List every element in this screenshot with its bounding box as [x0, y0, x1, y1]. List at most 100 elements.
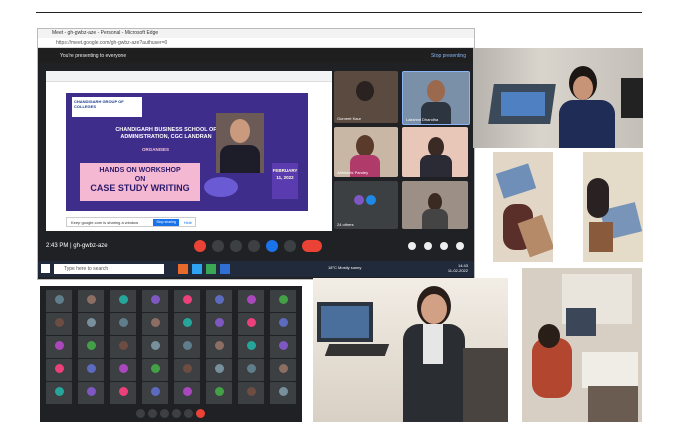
avatar: [119, 364, 128, 373]
gallery-tile[interactable]: [110, 336, 136, 358]
gallery-tile[interactable]: [174, 313, 200, 335]
avatar: [87, 387, 96, 396]
gallery-tile[interactable]: [110, 313, 136, 335]
participant-tile[interactable]: Gurneet Kaur: [334, 71, 398, 123]
participant-tile-others[interactable]: 24 others: [334, 181, 398, 229]
gallery-tile[interactable]: [46, 336, 72, 358]
avatar: [215, 341, 224, 350]
app-icon[interactable]: [178, 264, 188, 274]
gallery-tile[interactable]: [238, 313, 264, 335]
shared-window: CHANDIGARH GROUP OF COLLEGES CHANDIGARH …: [46, 71, 332, 231]
gallery-tile[interactable]: [46, 290, 72, 312]
gallery-tile[interactable]: [270, 290, 296, 312]
slides-toolbar: [46, 71, 332, 82]
control-icon[interactable]: [172, 409, 181, 418]
camera-icon[interactable]: [212, 240, 224, 252]
avatar: [247, 341, 256, 350]
gallery-tile[interactable]: [206, 336, 232, 358]
gallery-tile[interactable]: [206, 359, 232, 381]
control-icon[interactable]: [148, 409, 157, 418]
speaker-photo: [216, 113, 264, 173]
speaker-name-bubble: [204, 177, 238, 197]
gallery-tile[interactable]: [270, 313, 296, 335]
app-icon[interactable]: [192, 264, 202, 274]
activities-icon[interactable]: [456, 242, 464, 250]
gallery-tile[interactable]: [110, 290, 136, 312]
participant-tile[interactable]: Abhishek Pandey: [334, 127, 398, 177]
more-options-icon[interactable]: [284, 240, 296, 252]
mic-icon[interactable]: [194, 240, 206, 252]
gallery-tile[interactable]: [174, 336, 200, 358]
gallery-tile[interactable]: [238, 359, 264, 381]
hangup-icon[interactable]: [302, 240, 322, 252]
gallery-tile[interactable]: [46, 313, 72, 335]
avatar: [215, 295, 224, 304]
avatar: [279, 364, 288, 373]
gallery-tile[interactable]: [206, 382, 232, 404]
gallery-tile[interactable]: [78, 359, 104, 381]
photo-woman-smiling-at-laptop: [313, 278, 508, 422]
hide-button[interactable]: Hide: [184, 218, 192, 228]
participant-tile[interactable]: Lakshmi Dhandha: [402, 71, 470, 125]
gallery-tile[interactable]: [142, 359, 168, 381]
gallery-tile[interactable]: [46, 382, 72, 404]
participant-tile[interactable]: [402, 127, 468, 177]
weather-widget[interactable]: 18°C Mostly sunny: [328, 265, 361, 270]
stop-presenting-link[interactable]: Stop presenting: [431, 49, 466, 63]
gallery-tile[interactable]: [142, 313, 168, 335]
gallery-tile[interactable]: [270, 382, 296, 404]
avatar: [151, 295, 160, 304]
gallery-tile[interactable]: [206, 290, 232, 312]
gallery-tile[interactable]: [238, 290, 264, 312]
present-icon[interactable]: [266, 240, 278, 252]
avatar: [183, 364, 192, 373]
avatar: [55, 318, 64, 327]
control-icon[interactable]: [160, 409, 169, 418]
control-icon[interactable]: [184, 409, 193, 418]
gallery-tile[interactable]: [46, 359, 72, 381]
info-icon[interactable]: [408, 242, 416, 250]
avatar: [119, 318, 128, 327]
control-icon[interactable]: [136, 409, 145, 418]
banner-line-1: HANDS ON WORKSHOP: [99, 167, 181, 174]
gallery-tile[interactable]: [142, 290, 168, 312]
gallery-tile[interactable]: [206, 313, 232, 335]
hangup-icon[interactable]: [196, 409, 205, 418]
stop-sharing-button[interactable]: Stop sharing: [153, 219, 179, 226]
people-icon[interactable]: [424, 242, 432, 250]
gallery-tile[interactable]: [142, 336, 168, 358]
gallery-tile[interactable]: [142, 382, 168, 404]
sharing-notice: Keep google.com is sharing a window Stop…: [66, 217, 196, 227]
url-text: https://meet.google.com/gh-gwbz-aze?auth…: [56, 40, 168, 46]
organises-label: ORGANISES: [142, 147, 170, 152]
meeting-time: 2:43 PM | gh-gwbz-aze: [46, 243, 108, 249]
gallery-tile[interactable]: [110, 359, 136, 381]
avatar: [215, 387, 224, 396]
photo-students-at-computers: [522, 268, 642, 422]
gallery-tile[interactable]: [110, 382, 136, 404]
gallery-tile[interactable]: [238, 336, 264, 358]
app-icon[interactable]: [220, 264, 230, 274]
app-icon[interactable]: [206, 264, 216, 274]
chat-icon[interactable]: [440, 242, 448, 250]
windows-taskbar: Type here to search 18°C Mostly sunny 14…: [38, 261, 474, 277]
address-bar[interactable]: https://meet.google.com/gh-gwbz-aze?auth…: [38, 38, 474, 48]
captions-icon[interactable]: [230, 240, 242, 252]
gallery-tile[interactable]: [78, 336, 104, 358]
raise-hand-icon[interactable]: [248, 240, 260, 252]
taskbar-search[interactable]: Type here to search: [54, 264, 164, 274]
gallery-tile[interactable]: [174, 359, 200, 381]
gallery-tile[interactable]: [270, 336, 296, 358]
meet-control-bar: 2:43 PM | gh-gwbz-aze: [38, 235, 474, 259]
gallery-tile[interactable]: [174, 382, 200, 404]
gallery-tile[interactable]: [78, 313, 104, 335]
gallery-tile[interactable]: [270, 359, 296, 381]
gallery-tile[interactable]: [174, 290, 200, 312]
gallery-tile[interactable]: [78, 290, 104, 312]
gallery-tile[interactable]: [238, 382, 264, 404]
windows-icon[interactable]: [41, 264, 50, 273]
participant-tile[interactable]: [402, 181, 468, 229]
gallery-tile[interactable]: [78, 382, 104, 404]
institute-name: CHANDIGARH BUSINESS SCHOOL OF ADMINISTRA…: [115, 127, 217, 140]
avatar: [55, 341, 64, 350]
